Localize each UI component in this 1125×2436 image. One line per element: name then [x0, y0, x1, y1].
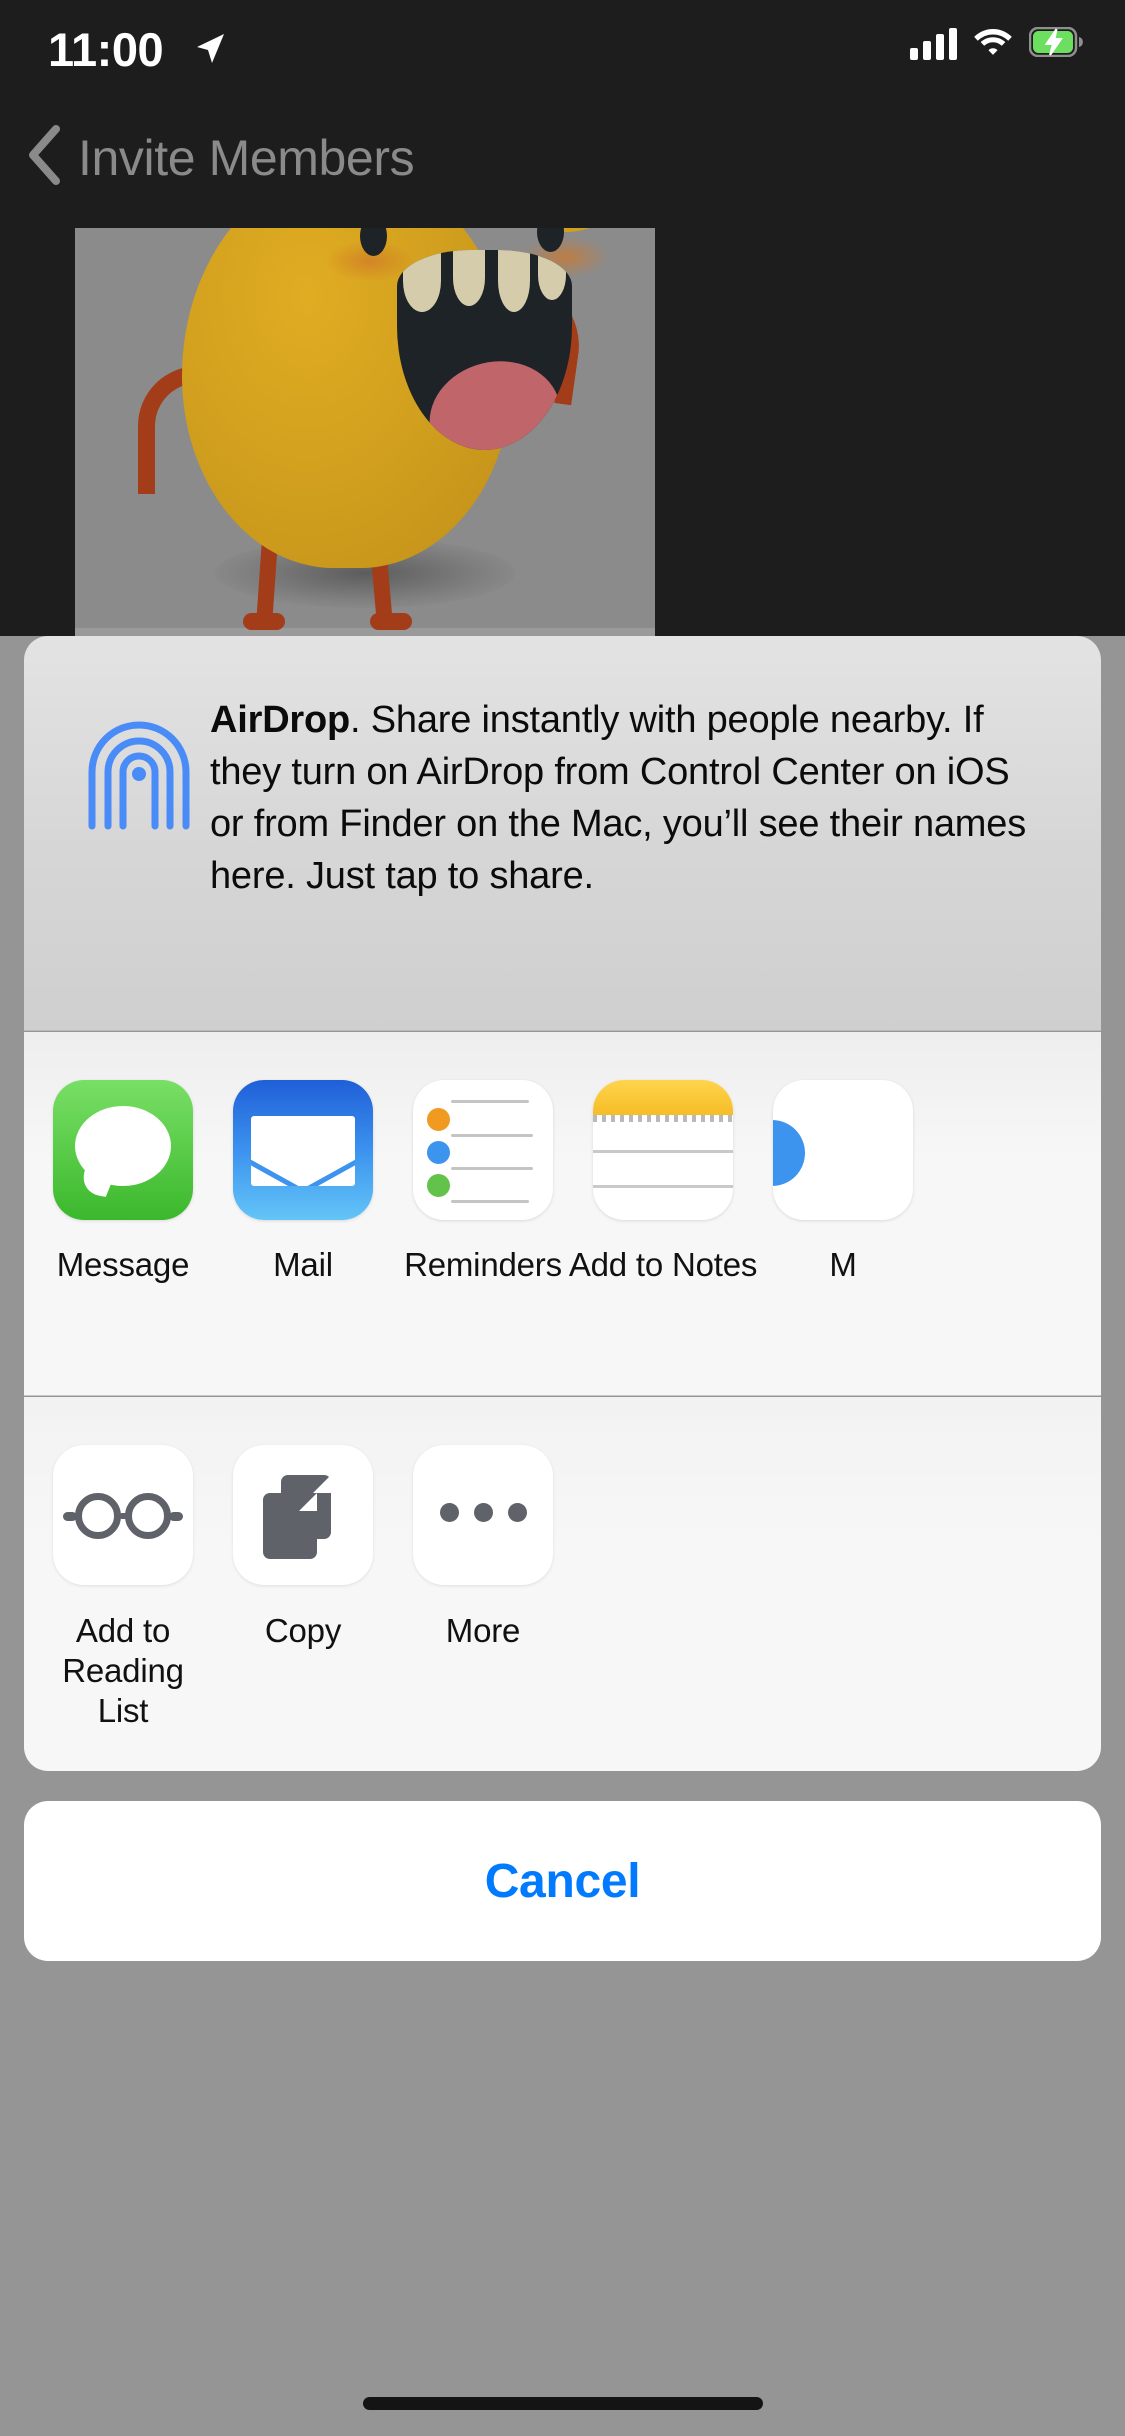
- share-target-label: Add to Notes: [568, 1246, 758, 1283]
- action-label: Copy: [264, 1612, 342, 1649]
- home-indicator: [362, 2397, 763, 2410]
- mail-app-icon: [233, 1080, 373, 1220]
- status-bar-indicators: [910, 26, 1083, 62]
- more-ellipsis-icon: [413, 1445, 553, 1585]
- share-actions-row[interactable]: Add to Reading List Copy More: [24, 1397, 1101, 1771]
- share-target-label: Message: [56, 1246, 190, 1283]
- share-target-label: Mail: [273, 1246, 333, 1283]
- share-target-label: M: [829, 1246, 857, 1283]
- messages-app-icon: [53, 1080, 193, 1220]
- notes-app-icon: [593, 1080, 733, 1220]
- share-apps-row[interactable]: Message Mail Reminders Add to Notes M: [24, 1032, 1101, 1396]
- cancel-button-label: Cancel: [484, 1854, 641, 1908]
- cellular-signal-icon: [910, 28, 957, 60]
- action-more[interactable]: More: [402, 1397, 564, 1731]
- share-target-message[interactable]: Message: [42, 1032, 204, 1284]
- status-bar-time: 11:00: [48, 23, 164, 76]
- monster-mouth: [397, 250, 572, 450]
- airdrop-title: AirDrop: [210, 699, 351, 741]
- monster-foot-right: [370, 613, 412, 630]
- status-bar: 11:00: [0, 0, 1125, 100]
- airdrop-icon: [84, 714, 194, 837]
- share-sheet: AirDrop. Share instantly with people nea…: [0, 636, 1125, 2436]
- share-target-mail[interactable]: Mail: [222, 1032, 384, 1284]
- share-target-notes[interactable]: Add to Notes: [569, 1032, 757, 1284]
- monster-tongue: [417, 347, 572, 450]
- share-target-label: Reminders: [404, 1246, 562, 1283]
- action-label: More: [445, 1612, 521, 1649]
- action-add-to-reading-list[interactable]: Add to Reading List: [42, 1397, 204, 1731]
- battery-charging-icon: [1028, 26, 1083, 62]
- wifi-icon: [973, 26, 1013, 62]
- share-target-reminders[interactable]: Reminders: [402, 1032, 564, 1284]
- back-button[interactable]: Invite Members: [24, 124, 415, 191]
- airdrop-section[interactable]: AirDrop. Share instantly with people nea…: [24, 636, 1101, 1031]
- reminders-app-icon: [413, 1080, 553, 1220]
- navigation-bar: Invite Members: [0, 100, 1125, 228]
- airdrop-description: AirDrop. Share instantly with people nea…: [210, 694, 1030, 902]
- location-arrow-icon: [193, 30, 227, 73]
- monster-foot-left: [243, 613, 285, 630]
- partial-app-icon: [773, 1080, 913, 1220]
- share-target-partial[interactable]: M: [762, 1032, 924, 1284]
- page-title: Invite Members: [78, 129, 415, 186]
- chevron-left-icon: [24, 124, 64, 191]
- action-label: Add to Reading List: [62, 1612, 184, 1729]
- action-copy[interactable]: Copy: [222, 1397, 384, 1731]
- glasses-icon: [53, 1445, 193, 1585]
- cancel-button[interactable]: Cancel: [24, 1801, 1101, 1961]
- monster-illustration: [75, 228, 655, 630]
- monster-body: [182, 228, 610, 568]
- copy-documents-icon: [233, 1445, 373, 1585]
